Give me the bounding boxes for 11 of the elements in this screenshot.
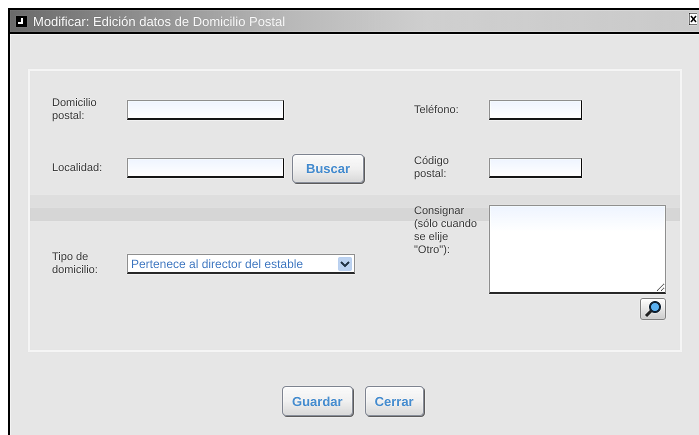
- window-title: Modificar: Edición datos de Domicilio Postal: [33, 14, 286, 28]
- dropdown-field[interactable]: Pertenece al director del estable: [127, 254, 355, 274]
- field-label: Domicilio postal:: [52, 97, 98, 123]
- field-label: Consignar (sólo cuando se elije "Otro"):: [414, 205, 478, 257]
- field-label: Localidad:: [52, 162, 104, 174]
- field-label: Teléfono:: [414, 104, 460, 116]
- search-button[interactable]: Buscar: [292, 154, 364, 182]
- field-label: Tipo de domicilio:: [52, 251, 99, 277]
- field-label: Código postal:: [414, 155, 450, 181]
- action-button[interactable]: Guardar: [282, 386, 353, 416]
- action-button[interactable]: Cerrar: [364, 386, 424, 416]
